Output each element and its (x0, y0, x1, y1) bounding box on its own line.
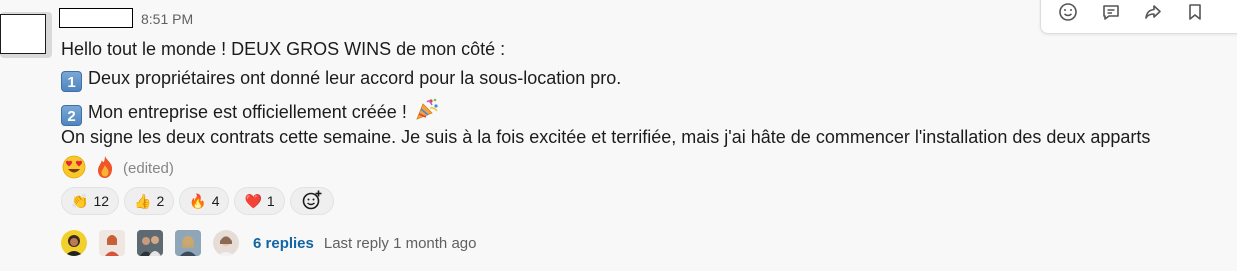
item-1-text: Deux propriétaires ont donné leur accord… (88, 68, 622, 88)
message-line-item-2: 2 Mon entreprise est officiellement créée… (61, 96, 440, 127)
reaction-count: 2 (156, 193, 165, 209)
reaction-count: 12 (93, 193, 110, 209)
sender-name-redacted[interactable] (59, 8, 133, 28)
avatar (61, 230, 87, 256)
message-actions-toolbar (1040, 0, 1237, 34)
avatar[interactable] (0, 14, 46, 54)
reaction-clap[interactable]: 👏 12 (61, 187, 120, 215)
share-icon[interactable] (1142, 1, 1164, 23)
party-popper-icon (414, 96, 440, 127)
reaction-count: 1 (266, 193, 275, 209)
message-line-emoji: (edited) (61, 154, 174, 185)
reactions-bar: 👏 12 👍 2 🔥 4 ❤️ 1 (61, 187, 334, 215)
message-line-item-1: 1 Deux propriétaires ont donné leur accor… (61, 67, 621, 92)
item-2-text: Mon entreprise est officiellement créée … (88, 102, 407, 122)
last-reply-label: Last reply 1 month ago (323, 234, 477, 252)
edited-label: (edited) (123, 160, 174, 177)
replies-link[interactable]: 6 replies (253, 235, 314, 252)
add-emoji-icon (301, 189, 323, 214)
fire-icon: 🔥 (189, 192, 207, 209)
fire-icon (92, 154, 118, 185)
message-timestamp[interactable]: 8:51 PM (141, 11, 193, 27)
add-reaction-button[interactable] (289, 187, 334, 215)
reaction-count: 4 (211, 193, 220, 209)
heart-eyes-icon (61, 154, 87, 185)
reaction-fire[interactable]: 🔥 4 (179, 187, 230, 215)
avatar (175, 230, 201, 256)
keycap-1-icon: 1 (61, 71, 82, 92)
keycap-2-icon: 2 (61, 105, 82, 126)
avatar (213, 230, 239, 256)
message-line-body: On signe les deux contrats cette semaine… (61, 127, 1151, 147)
thread-summary[interactable]: 6 replies Last reply 1 month ago (61, 229, 476, 257)
reply-thread-icon[interactable] (1100, 1, 1122, 23)
avatar (99, 230, 125, 256)
thumbs-up-icon: 👍 (134, 192, 152, 209)
emoji-reaction-icon[interactable] (1057, 1, 1079, 23)
bookmark-icon[interactable] (1184, 1, 1206, 23)
reaction-thumbs-up[interactable]: 👍 2 (124, 187, 175, 215)
heart-icon: ❤️ (244, 192, 262, 209)
clap-icon: 👏 (71, 192, 89, 209)
message-line-intro: Hello tout le monde ! DEUX GROS WINS de … (61, 39, 506, 59)
reaction-heart[interactable]: ❤️ 1 (234, 187, 285, 215)
avatar (137, 230, 163, 256)
